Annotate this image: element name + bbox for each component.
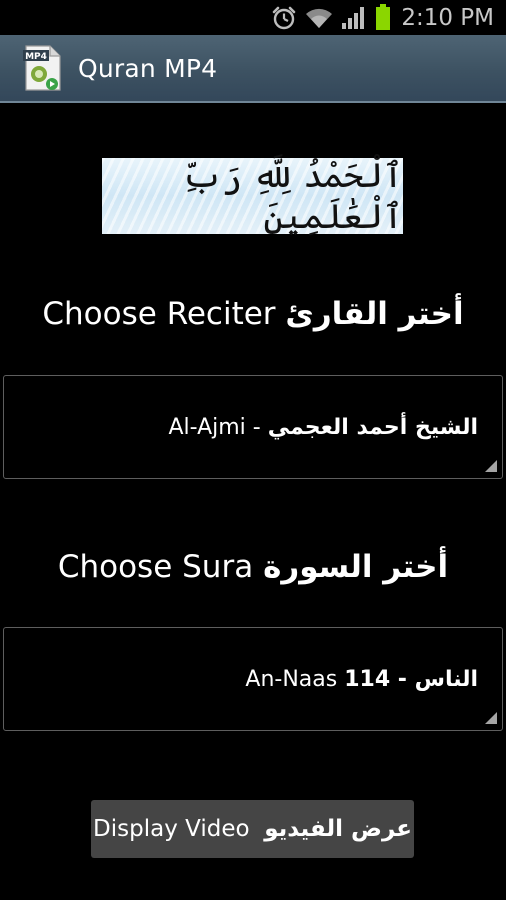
- app-icon[interactable]: MP4: [20, 44, 64, 92]
- action-bar: MP4 Quran MP4: [0, 35, 506, 103]
- banner-text: ٱلْحَمْدُ لِلَّهِ رَبِّ ٱلْعَٰلَمِينَ: [182, 156, 403, 237]
- dropdown-arrow-icon: [485, 460, 497, 472]
- reciter-selected-en: Al-Ajmi -: [168, 414, 261, 440]
- app-title: Quran MP4: [78, 53, 218, 83]
- reciter-label-ar: أختر القارئ: [285, 296, 464, 332]
- reciter-label: Choose Reciter أختر القارئ: [0, 296, 506, 332]
- status-bar: 2:10 PM: [0, 0, 506, 35]
- sura-label: Choose Sura أختر السورة: [0, 549, 506, 585]
- sura-spinner[interactable]: An-Naas 114 - الناس: [3, 627, 503, 731]
- sura-selected: An-Naas 114 - الناس: [245, 628, 478, 730]
- wifi-icon: [305, 0, 333, 35]
- reciter-label-en: Choose Reciter: [42, 296, 276, 332]
- sura-label-ar: أختر السورة: [263, 549, 449, 585]
- screen: 2:10 PM MP4 Quran MP4 ٱلْحَمْدُ لِلَّهِ …: [0, 0, 506, 900]
- sura-label-en: Choose Sura: [57, 549, 254, 585]
- reciter-selected-ar: الشيخ أحمد العجمي: [267, 414, 478, 440]
- display-video-button[interactable]: Display Video عرض الفيديو: [91, 800, 414, 858]
- alarm-icon: [271, 0, 297, 35]
- reciter-selected: Al-Ajmi - الشيخ أحمد العجمي: [168, 376, 478, 478]
- sura-selected-en: An-Naas: [245, 666, 338, 692]
- display-video-label-en: Display Video: [93, 816, 250, 842]
- status-time: 2:10 PM: [401, 4, 494, 31]
- dropdown-arrow-icon: [485, 712, 497, 724]
- display-video-label-ar: عرض الفيديو: [264, 816, 412, 842]
- reciter-spinner[interactable]: Al-Ajmi - الشيخ أحمد العجمي: [3, 375, 503, 479]
- basmala-banner: ٱلْحَمْدُ لِلَّهِ رَبِّ ٱلْعَٰلَمِينَ: [102, 156, 403, 237]
- battery-icon: [375, 0, 391, 35]
- app-icon-badge: MP4: [25, 52, 47, 62]
- sura-selected-ar: 114 - الناس: [344, 666, 478, 692]
- signal-icon: [341, 0, 367, 35]
